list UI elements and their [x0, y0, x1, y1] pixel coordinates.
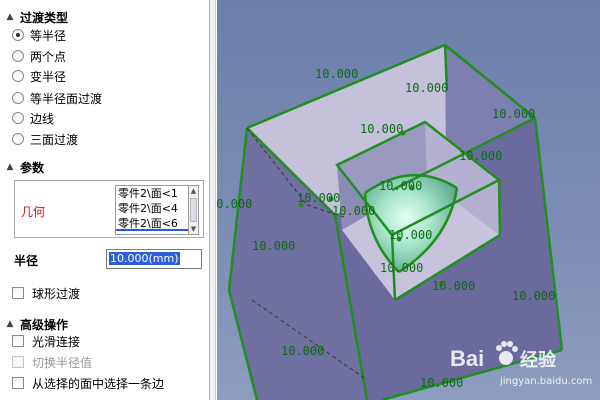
checkbox[interactable]	[12, 377, 24, 389]
checkbox[interactable]	[12, 287, 24, 299]
dimension-label: 10.000	[459, 149, 502, 163]
dimension-label: 10.000	[315, 67, 358, 81]
dimension-label: 10.000	[297, 191, 340, 205]
section-title-params: 参数	[20, 160, 45, 175]
checkbox-select-edge-from-faces[interactable]: 从选择的面中选择一条边	[12, 374, 164, 392]
dimension-label: 10.000	[379, 179, 422, 193]
3d-viewport[interactable]: 10.000 10.000 10.000 10.000 10.000 10.00…	[217, 0, 600, 400]
radius-label: 半径	[14, 254, 39, 268]
checkbox-label: 切换半径值	[32, 355, 93, 370]
checkbox-label: 从选择的面中选择一条边	[32, 376, 165, 391]
scroll-down-icon[interactable]: ▼	[189, 224, 198, 234]
section-title-fillet-type: 过渡类型	[20, 10, 69, 25]
list-item[interactable]: 零件2\面<4	[116, 201, 188, 216]
radio-label: 变半径	[30, 69, 67, 84]
scroll-thumb[interactable]	[190, 198, 197, 222]
list-scrollbar[interactable]: ▲ ▼	[189, 185, 199, 235]
radio-variable-radius[interactable]: 变半径	[12, 67, 66, 85]
radio-button[interactable]	[12, 50, 24, 62]
section-header-params[interactable]: ▲ 参数	[0, 158, 210, 176]
radio-two-points[interactable]: 两个点	[12, 47, 66, 65]
dimension-label: 10.000	[332, 204, 375, 218]
geometry-face-list[interactable]: 零件2\面<1 零件2\面<4 零件2\面<6	[115, 185, 189, 235]
radio-label: 等半径	[30, 28, 67, 43]
radio-label: 两个点	[30, 49, 67, 64]
radio-button[interactable]	[12, 112, 24, 124]
radio-button[interactable]	[12, 92, 24, 104]
list-item[interactable]: 零件2\面<6	[116, 216, 188, 231]
radio-label: 边线	[30, 111, 55, 126]
radius-input[interactable]: 10.000(mm)	[106, 249, 202, 269]
radio-label: 三面过渡	[30, 132, 79, 147]
geometry-label: 几何	[21, 205, 46, 219]
section-header-fillet-type[interactable]: ▲ 过渡类型	[0, 8, 210, 26]
radio-face-fillet[interactable]: 等半径面过渡	[12, 89, 102, 107]
property-panel: ▲ 过渡类型 等半径 两个点 变半径 等半径面过渡 边线 三面过渡 ▲ 参数 几…	[0, 0, 210, 400]
radio-three-face[interactable]: 三面过渡	[12, 130, 78, 148]
dimension-label: 10.000	[512, 289, 555, 303]
radio-button[interactable]	[12, 133, 24, 145]
list-item[interactable]: 零件2\面<1	[116, 186, 188, 201]
panel-scrollbar[interactable]	[210, 0, 216, 400]
dimension-label: 10.000	[420, 376, 463, 390]
part-model[interactable]: 10.000 10.000 10.000 10.000 10.000 10.00…	[217, 0, 600, 400]
checkbox-switch-radius: 切换半径值	[12, 353, 92, 371]
section-header-advanced[interactable]: ▲ 高级操作	[0, 315, 210, 333]
radio-edge[interactable]: 边线	[12, 109, 54, 127]
radio-constant-radius[interactable]: 等半径	[12, 26, 66, 44]
collapse-caret-icon[interactable]: ▲	[0, 162, 20, 172]
dimension-label: 10.000	[252, 239, 295, 253]
checkbox-label: 光滑连接	[32, 334, 81, 349]
checkbox-sphere-fillet[interactable]: 球形过渡	[12, 284, 80, 302]
section-title-advanced: 高级操作	[20, 317, 69, 332]
radio-button[interactable]	[12, 70, 24, 82]
radio-label: 等半径面过渡	[30, 91, 103, 106]
dimension-label: 10.000	[281, 344, 324, 358]
collapse-caret-icon[interactable]: ▲	[0, 12, 20, 22]
checkbox-label: 球形过渡	[32, 286, 81, 301]
dimension-label: 10.000	[432, 279, 475, 293]
dimension-label: 10.000	[405, 81, 448, 95]
dimension-label: 10.000	[217, 197, 252, 211]
dimension-label: 10.000	[492, 107, 535, 121]
radius-value: 10.000(mm)	[109, 252, 180, 265]
checkbox[interactable]	[12, 335, 24, 347]
geometry-group: 几何 零件2\面<1 零件2\面<4 零件2\面<6 ▲ ▼	[14, 180, 204, 238]
dimension-label: 10.000	[380, 261, 423, 275]
radio-button[interactable]	[12, 29, 24, 41]
checkbox	[12, 356, 24, 368]
dimension-label: 10.000	[389, 228, 432, 242]
scroll-up-icon[interactable]: ▲	[189, 186, 198, 196]
checkbox-smooth-connect[interactable]: 光滑连接	[12, 332, 80, 350]
dimension-label: 10.000	[360, 122, 403, 136]
collapse-caret-icon[interactable]: ▲	[0, 319, 20, 329]
